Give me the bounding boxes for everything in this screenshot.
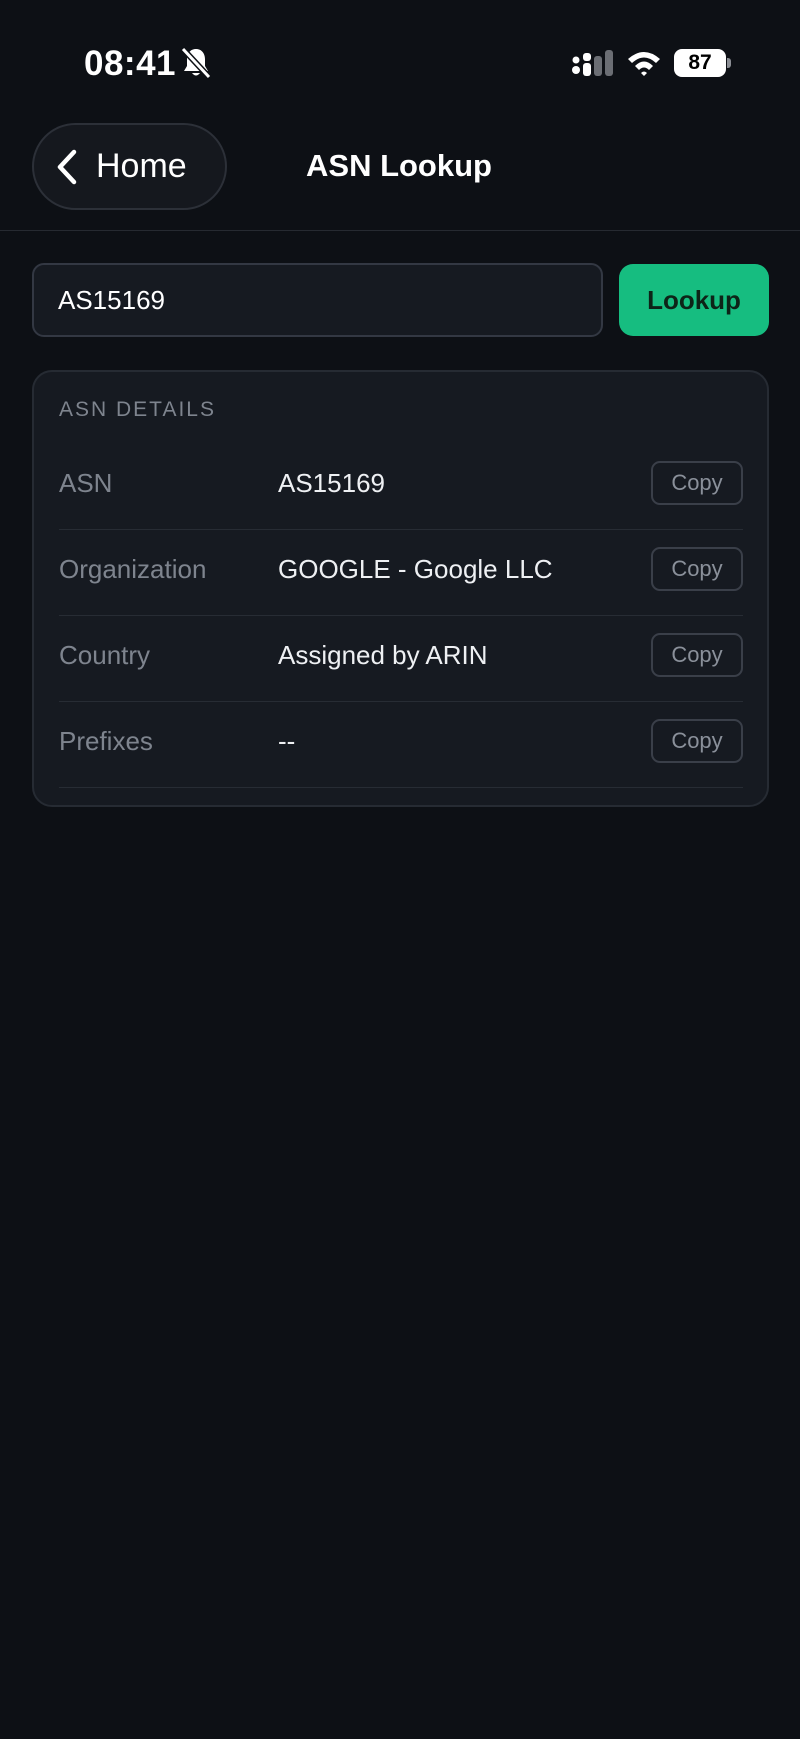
asn-details-card: ASN DETAILS ASN AS15169 Copy Organizatio…	[32, 370, 769, 807]
copy-button[interactable]: Copy	[651, 719, 743, 763]
detail-row-asn: ASN AS15169 Copy	[59, 444, 743, 530]
detail-row-country: Country Assigned by ARIN Copy	[59, 616, 743, 702]
page-title: ASN Lookup	[306, 148, 492, 183]
card-heading: ASN DETAILS	[59, 398, 216, 421]
asn-input[interactable]	[32, 263, 603, 337]
detail-label: Country	[59, 640, 151, 670]
detail-label: Prefixes	[59, 726, 153, 756]
nav-bar: Home ASN Lookup	[0, 100, 800, 231]
detail-value: AS15169	[278, 468, 385, 498]
battery-tip	[727, 58, 731, 68]
lookup-button[interactable]: Lookup	[619, 264, 769, 336]
back-button[interactable]: Home	[32, 123, 227, 210]
wifi-icon	[628, 52, 660, 76]
detail-row-organization: Organization GOOGLE - Google LLC Copy	[59, 530, 743, 616]
status-bar: 08:41 87	[0, 0, 800, 100]
detail-row-prefixes: Prefixes -- Copy	[59, 702, 743, 788]
back-label: Home	[96, 147, 187, 185]
detail-value: GOOGLE - Google LLC	[278, 554, 553, 584]
screen: 08:41 87 Home ASN Lookup AS15169 Lookup …	[0, 0, 800, 1739]
chevron-left-icon	[57, 149, 77, 184]
copy-button[interactable]: Copy	[651, 547, 743, 591]
detail-label: ASN	[59, 468, 113, 498]
detail-value: --	[278, 726, 296, 756]
battery-icon: 87	[674, 49, 726, 77]
bell-slash-icon	[180, 46, 212, 80]
status-time: 08:41	[84, 44, 177, 83]
battery-level: 87	[688, 51, 712, 74]
detail-label: Organization	[59, 554, 207, 584]
copy-button[interactable]: Copy	[651, 633, 743, 677]
detail-value: Assigned by ARIN	[278, 640, 488, 670]
copy-button[interactable]: Copy	[651, 461, 743, 505]
cellular-signal-icon	[572, 50, 613, 76]
